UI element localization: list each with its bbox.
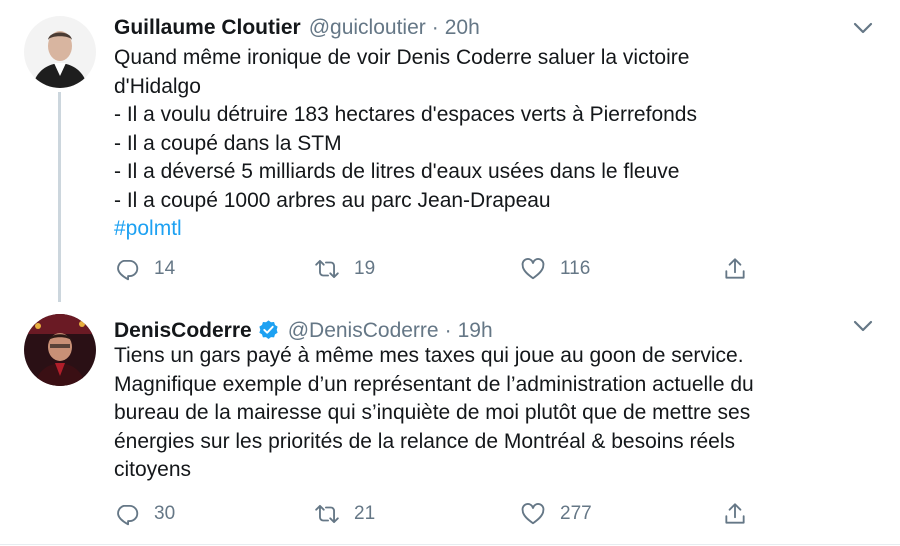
tweet-actions: 30 21 277	[114, 501, 774, 531]
like-count: 277	[560, 503, 592, 524]
tweet-text-line: bureau de la mairesse qui s’inquiète de …	[114, 401, 751, 424]
tweet-text-line: citoyens	[114, 458, 192, 481]
tweet-text-line: Quand même ironique de voir Denis Coderr…	[114, 46, 690, 69]
retweet-count: 19	[354, 258, 376, 279]
display-name[interactable]: Guillaume Cloutier	[114, 16, 301, 40]
tweet-deniscoderre[interactable]: DenisCoderre @DenisCoderre · 19h Tiens u…	[0, 298, 900, 545]
timestamp[interactable]: 19h	[458, 319, 493, 343]
retweet-button[interactable]: 21	[314, 501, 375, 527]
tweet-header: DenisCoderre @DenisCoderre · 19h	[114, 314, 493, 342]
tweet-actions: 14 19 116	[114, 256, 774, 286]
retweet-icon	[315, 504, 339, 524]
share-button[interactable]	[722, 501, 762, 527]
reply-button[interactable]: 14	[114, 256, 175, 282]
like-button[interactable]: 277	[520, 501, 592, 527]
avatar[interactable]	[24, 314, 96, 386]
timestamp[interactable]: 20h	[445, 16, 480, 40]
tweet-text-line: énergies sur les priorités de la relance…	[114, 429, 735, 453]
tweet-text-line: - Il a coupé 1000 arbres au parc Jean-Dr…	[114, 188, 551, 212]
tweet-text-line: - Il a déversé 5 milliards de litres d'e…	[114, 160, 680, 183]
tweet-guicloutier[interactable]: Guillaume Cloutier @guicloutier · 20h Qu…	[0, 0, 900, 302]
retweet-button[interactable]: 19	[314, 256, 375, 282]
tweet-text: Quand même ironique de voir Denis Coderr…	[114, 44, 874, 244]
tweet-text-line: d'Hidalgo	[114, 74, 201, 98]
user-handle[interactable]: @guicloutier	[309, 16, 426, 40]
heart-icon	[521, 258, 545, 280]
hashtag-link[interactable]: #polmtl	[114, 215, 874, 244]
chevron-down-icon[interactable]	[852, 20, 874, 36]
like-button[interactable]: 116	[520, 256, 590, 282]
display-name[interactable]: DenisCoderre	[114, 319, 252, 343]
reply-count: 14	[154, 258, 176, 279]
chevron-down-icon[interactable]	[852, 318, 874, 334]
heart-icon	[521, 503, 545, 525]
tweet-text-line: Magnifique exemple d’un représentant de …	[114, 372, 754, 396]
reply-count: 30	[154, 503, 176, 524]
separator-dot: ·	[431, 16, 439, 39]
share-icon	[725, 503, 745, 524]
share-icon	[725, 258, 745, 279]
retweet-icon	[315, 259, 339, 279]
reply-icon	[117, 259, 139, 281]
avatar[interactable]	[24, 16, 96, 88]
share-button[interactable]	[722, 256, 762, 282]
tweet-text-line: Tiens un gars payé à même mes taxes qui …	[114, 344, 744, 367]
tweet-header: Guillaume Cloutier @guicloutier · 20h	[114, 16, 480, 44]
tweet-text-line: - Il a coupé dans la STM	[114, 131, 342, 155]
like-count: 116	[560, 258, 591, 279]
retweet-count: 21	[354, 503, 376, 524]
tweet-text: Tiens un gars payé à même mes taxes qui …	[114, 342, 874, 485]
separator-dot: ·	[444, 319, 452, 342]
reply-icon	[117, 504, 139, 526]
verified-badge-icon	[259, 320, 278, 339]
user-handle[interactable]: @DenisCoderre	[288, 319, 439, 343]
tweet-text-line: - Il a voulu détruire 183 hectares d'esp…	[114, 103, 697, 126]
thread-connector-line	[58, 92, 61, 302]
reply-button[interactable]: 30	[114, 501, 175, 527]
